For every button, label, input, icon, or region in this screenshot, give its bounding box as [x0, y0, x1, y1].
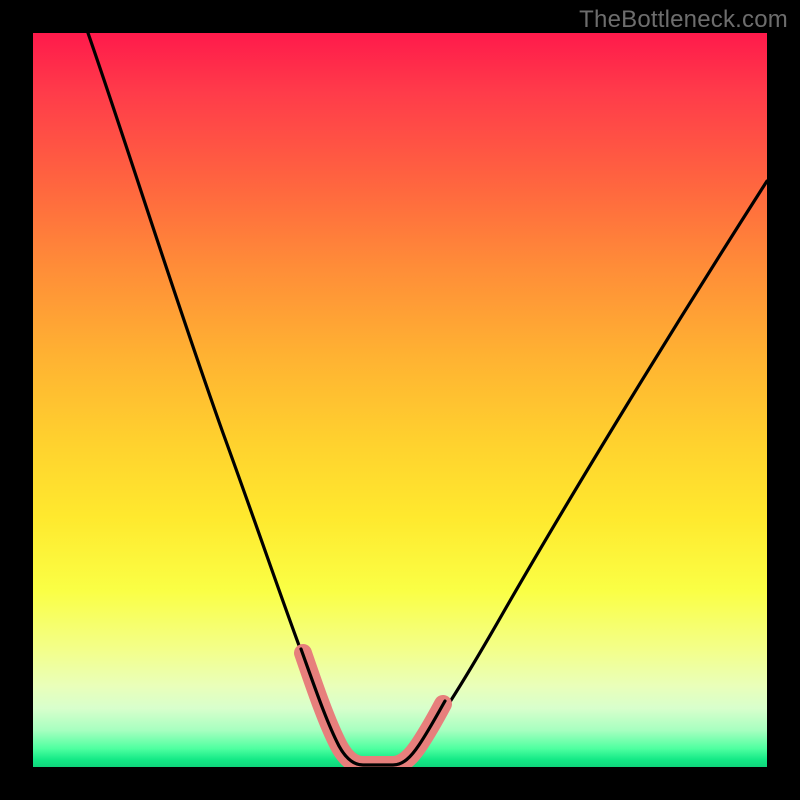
trough-marker-left: [303, 653, 363, 765]
watermark-text: TheBottleneck.com: [579, 6, 788, 34]
bottleneck-curve: [88, 33, 767, 765]
chart-stage: TheBottleneck.com: [0, 0, 800, 800]
plot-area: [33, 33, 767, 767]
curve-layer: [33, 33, 767, 767]
trough-marker-right: [393, 704, 443, 765]
